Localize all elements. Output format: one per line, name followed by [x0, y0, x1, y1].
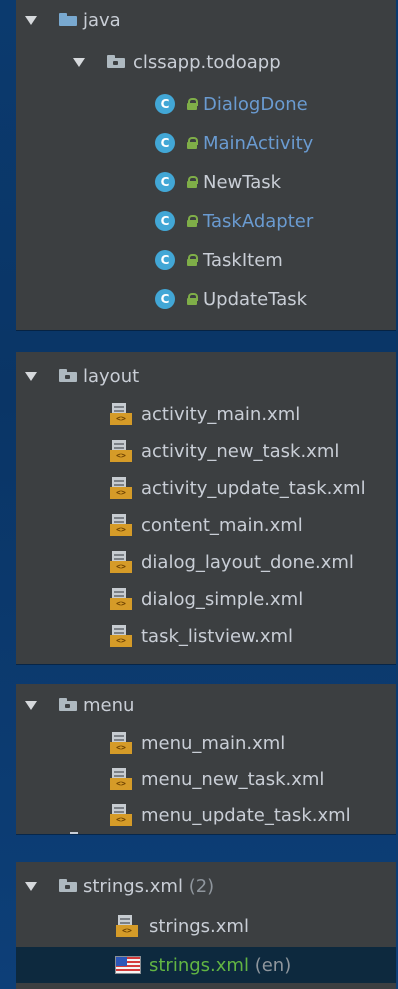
lock-icon — [187, 98, 198, 110]
tree-node-label: activity_new_task.xml — [141, 440, 340, 462]
tree-node-xml-file-selected[interactable]: strings.xml (en) — [16, 947, 396, 983]
class-icon: C — [155, 172, 175, 192]
tree-node-label: task_listview.xml — [141, 625, 294, 647]
tree-node-xml-file[interactable]: <> activity_main.xml — [16, 396, 396, 432]
tree-node-xml-file[interactable]: <> activity_update_task.xml — [16, 470, 396, 506]
xml-file-icon: <> — [110, 625, 132, 647]
lock-icon — [187, 176, 198, 188]
tree-node-xml-file[interactable]: <> dialog_layout_done.xml — [16, 544, 396, 580]
tree-node-class-taskadapter[interactable]: C TaskAdapter — [16, 203, 396, 239]
cropped-row-fragment — [70, 832, 78, 834]
tree-node-label: dialog_simple.xml — [141, 588, 304, 610]
class-icon: C — [155, 211, 175, 231]
layout-tree-panel: layout <> activity_main.xml <> activity_… — [16, 352, 396, 664]
package-folder-icon — [107, 55, 125, 68]
xml-file-icon: <> — [110, 403, 132, 425]
xml-file-icon: <> — [110, 514, 132, 536]
tree-node-label: activity_update_task.xml — [141, 477, 366, 499]
folder-icon — [59, 698, 77, 711]
source-folder-icon — [59, 13, 77, 26]
locale-suffix: (en) — [254, 954, 292, 976]
tree-node-xml-file[interactable]: <> menu_update_task.xml — [16, 797, 396, 833]
tree-node-layout[interactable]: layout — [16, 358, 396, 394]
tree-node-class-taskitem[interactable]: C TaskItem — [16, 242, 396, 278]
folder-icon — [59, 879, 77, 892]
tree-node-class-updatetask[interactable]: C UpdateTask — [16, 281, 396, 317]
tree-node-label: java — [83, 9, 121, 31]
class-icon: C — [155, 289, 175, 309]
lock-icon — [187, 254, 198, 266]
tree-node-label: TaskItem — [203, 249, 283, 271]
chevron-down-icon[interactable] — [25, 372, 37, 381]
xml-file-icon: <> — [116, 915, 138, 937]
tree-node-label: content_main.xml — [141, 514, 303, 536]
chevron-down-icon[interactable] — [25, 701, 37, 710]
tree-node-package[interactable]: clssapp.todoapp — [16, 44, 396, 80]
tree-node-label: activity_main.xml — [141, 403, 301, 425]
tree-node-menu[interactable]: menu — [16, 687, 396, 723]
folder-icon — [59, 369, 77, 382]
tree-node-label: menu_new_task.xml — [141, 768, 325, 790]
tree-node-label: menu_main.xml — [141, 732, 286, 754]
tree-node-label: UpdateTask — [203, 288, 308, 310]
tree-node-label: clssapp.todoapp — [133, 51, 281, 73]
tree-node-label: TaskAdapter — [203, 210, 314, 232]
java-tree-panel: java clssapp.todoapp C DialogDone C Main… — [16, 0, 396, 330]
tree-node-label: dialog_layout_done.xml — [141, 551, 354, 573]
lock-icon — [187, 293, 198, 305]
tree-node-label: strings.xml — [149, 915, 249, 937]
tree-node-label: menu_update_task.xml — [141, 804, 351, 826]
lock-icon — [187, 215, 198, 227]
tree-node-xml-file[interactable]: <> task_listview.xml — [16, 618, 396, 654]
tree-node-xml-file[interactable]: <> menu_main.xml — [16, 725, 396, 761]
class-icon: C — [155, 250, 175, 270]
tree-node-label: strings.xml (en) — [149, 955, 291, 976]
menu-tree-panel: menu <> menu_main.xml <> menu_new_task.x… — [16, 684, 396, 834]
us-flag-icon — [115, 956, 141, 974]
tree-node-xml-file[interactable]: <> strings.xml — [16, 908, 396, 944]
tree-node-label: DialogDone — [203, 93, 308, 115]
lock-icon — [187, 137, 198, 149]
tree-node-strings[interactable]: strings.xml (2) — [16, 868, 396, 904]
strings-tree-panel: strings.xml (2) <> strings.xml strings.x… — [16, 862, 396, 989]
tree-node-label: MainActivity — [203, 132, 314, 154]
chevron-down-icon[interactable] — [25, 16, 37, 25]
file-name: strings.xml — [149, 954, 249, 976]
tree-node-xml-file[interactable]: <> content_main.xml — [16, 507, 396, 543]
xml-file-icon: <> — [110, 588, 132, 610]
strings-folder-label: strings.xml — [83, 875, 183, 897]
chevron-down-icon[interactable] — [73, 58, 85, 67]
chevron-down-icon[interactable] — [25, 882, 37, 891]
tree-node-java[interactable]: java — [16, 2, 396, 38]
tree-node-label: NewTask — [203, 171, 282, 193]
tree-node-class-newtask[interactable]: C NewTask — [16, 164, 396, 200]
tree-node-label: strings.xml (2) — [83, 876, 214, 897]
class-icon: C — [155, 94, 175, 114]
xml-file-icon: <> — [110, 732, 132, 754]
tree-node-class-dialogdone[interactable]: C DialogDone — [16, 86, 396, 122]
tree-node-xml-file[interactable]: <> activity_new_task.xml — [16, 433, 396, 469]
tree-node-xml-file[interactable]: <> menu_new_task.xml — [16, 761, 396, 797]
tree-node-xml-file[interactable]: <> dialog_simple.xml — [16, 581, 396, 617]
tree-node-class-mainactivity[interactable]: C MainActivity — [16, 125, 396, 161]
xml-file-icon: <> — [110, 440, 132, 462]
tree-node-label: layout — [83, 365, 140, 387]
xml-file-icon: <> — [110, 804, 132, 826]
class-icon: C — [155, 133, 175, 153]
xml-file-icon: <> — [110, 477, 132, 499]
tree-node-label: menu — [83, 694, 135, 716]
xml-file-icon: <> — [110, 768, 132, 790]
xml-file-icon: <> — [110, 551, 132, 573]
file-count: (2) — [188, 875, 215, 897]
